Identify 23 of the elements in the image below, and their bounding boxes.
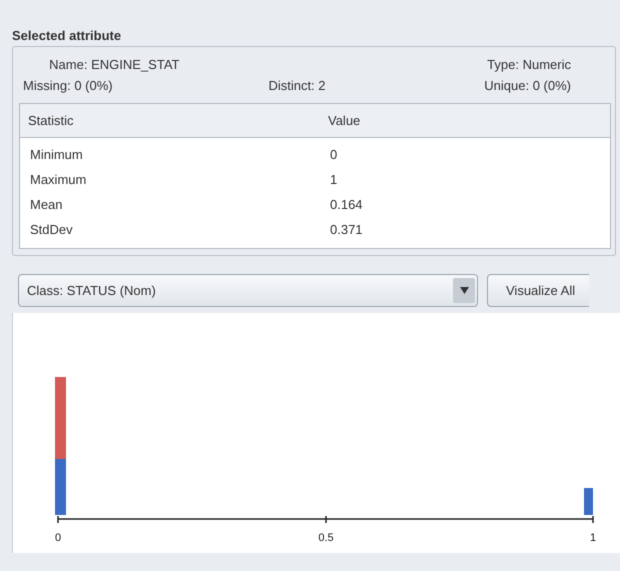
attribute-info: Distinct: 2: [268, 78, 326, 93]
table-cell-text: Minimum: [29, 147, 84, 162]
attribute-info: Unique: 0 (0%): [484, 78, 571, 93]
axis-label: 0.5: [318, 532, 334, 544]
panel-title: Selected attribute: [12, 28, 122, 43]
table-cell-text: Maximum: [29, 172, 88, 187]
table-cell-text: 0.371: [329, 222, 364, 237]
axis-label: 0: [54, 532, 62, 544]
caret-icon: [453, 278, 475, 303]
column-header[interactable]: Statistic: [20, 113, 320, 128]
histogram-bar: [584, 488, 593, 515]
attribute-info: Type: Numeric: [487, 57, 571, 72]
table-cell-text: 0.164: [329, 197, 364, 212]
attribute-info: Missing: 0 (0%): [23, 78, 113, 93]
class-dropdown[interactable]: Class: STATUS (Nom): [18, 274, 478, 307]
table-cell-text: 1: [329, 172, 338, 187]
table-cell-text: Mean: [29, 197, 64, 212]
axis-label: 1: [590, 532, 596, 544]
table-cell-text: StdDev: [29, 222, 74, 237]
visualize-button[interactable]: Visualize All: [487, 274, 590, 307]
attribute-info: Name: ENGINE_STAT: [49, 57, 180, 72]
column-header[interactable]: Value: [320, 113, 610, 128]
table-cell-text: 0: [329, 147, 338, 162]
